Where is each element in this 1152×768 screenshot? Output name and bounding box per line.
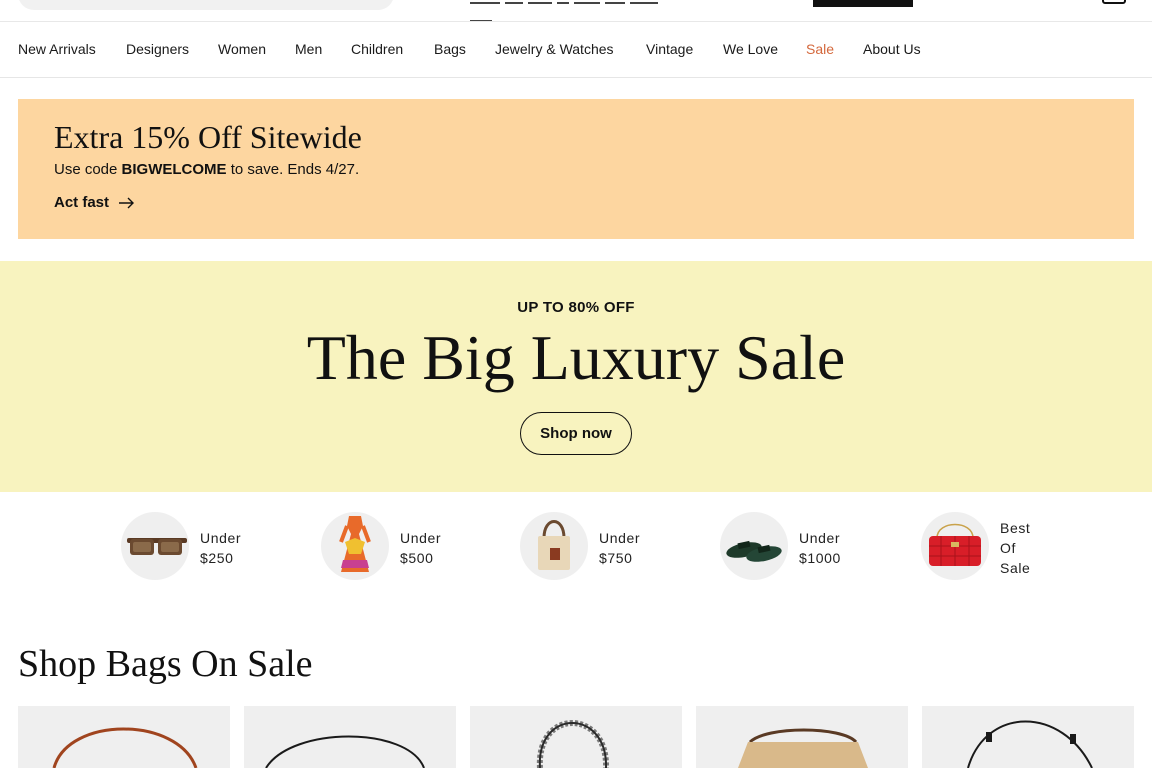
tile-label-line-1: Best [1000,520,1031,536]
hero-banner: UP TO 80% OFF The Big Luxury Sale Shop n… [0,261,1152,492]
price-tile-best-of-sale[interactable]: Best Of Sale [921,512,1051,582]
nav-designers[interactable]: Designers [126,41,189,57]
nav-children[interactable]: Children [351,41,403,57]
black-bag-icon [265,735,425,768]
header-cta-button[interactable] [813,0,913,7]
promo-title: Extra 15% Off Sitewide [54,119,362,155]
promo-code: BIGWELCOME [121,161,227,178]
tile-label-line-1: Under [200,530,242,546]
act-fast-label: Act fast [54,194,110,211]
hero-title: The Big Luxury Sale [306,322,846,393]
tile-label-line-2: $500 [400,550,434,566]
price-tile-under-250[interactable]: Under $250 [121,512,261,582]
promo-subtitle: Use code BIGWELCOME to save. Ends 4/27. [54,161,359,178]
nav-sale[interactable]: Sale [806,41,834,57]
site-logo[interactable] [470,0,686,21]
price-tile-under-500[interactable]: Under $500 [321,512,461,582]
raffia-bag-icon [738,728,868,768]
nav-we-love[interactable]: We Love [723,41,778,57]
product-card[interactable] [696,706,908,768]
tile-label-line-2: Of [1000,540,1016,556]
python-bag-icon [536,720,610,768]
tile-label-line-1: Under [599,530,641,546]
sunglasses-icon [121,512,189,580]
nav-vintage[interactable]: Vintage [646,41,693,57]
tile-label-line-2: $1000 [799,550,841,566]
nav-about-us[interactable]: About Us [863,41,921,57]
search-input[interactable] [18,0,394,10]
arrow-right-icon [119,197,135,209]
quilted-bag-icon [921,512,989,580]
shop-now-button[interactable]: Shop now [520,412,632,455]
tote-bag-icon [520,512,588,580]
promo-sub-suffix: to save. Ends 4/27. [226,161,360,178]
tile-label-line-1: Under [799,530,841,546]
price-tile-under-1000[interactable]: Under $1000 [720,512,860,582]
nav-men[interactable]: Men [295,41,322,57]
product-card[interactable] [244,706,456,768]
main-nav: New Arrivals Designers Women Men Childre… [0,22,1152,78]
promo-sub-prefix: Use code [54,161,122,178]
black-shoulder-bag-icon [967,720,1093,768]
nav-women[interactable]: Women [218,41,266,57]
promo-banner: Extra 15% Off Sitewide Use code BIGWELCO… [18,99,1134,239]
tile-label-line-2: $750 [599,550,633,566]
sandals-icon [720,512,788,580]
shopping-bag-icon[interactable] [1102,0,1126,4]
hero-eyebrow: UP TO 80% OFF [517,299,635,316]
wishlist-icon[interactable] [1030,0,1046,4]
act-fast-link[interactable]: Act fast [54,194,135,211]
product-card[interactable] [18,706,230,768]
nav-new-arrivals[interactable]: New Arrivals [18,41,96,57]
nav-bags[interactable]: Bags [434,41,466,57]
brown-bag-icon [52,727,198,768]
product-card[interactable] [922,706,1134,768]
site-header [0,0,1152,22]
account-icon[interactable] [955,0,971,4]
tile-label-line-3: Sale [1000,560,1031,576]
section-title: Shop Bags On Sale [18,643,313,685]
tile-label-line-2: $250 [200,550,234,566]
nav-jewelry-watches[interactable]: Jewelry & Watches [495,41,614,57]
price-tile-under-750[interactable]: Under $750 [520,512,660,582]
dress-icon [321,512,389,580]
tile-label-line-1: Under [400,530,442,546]
product-card[interactable] [470,706,682,768]
